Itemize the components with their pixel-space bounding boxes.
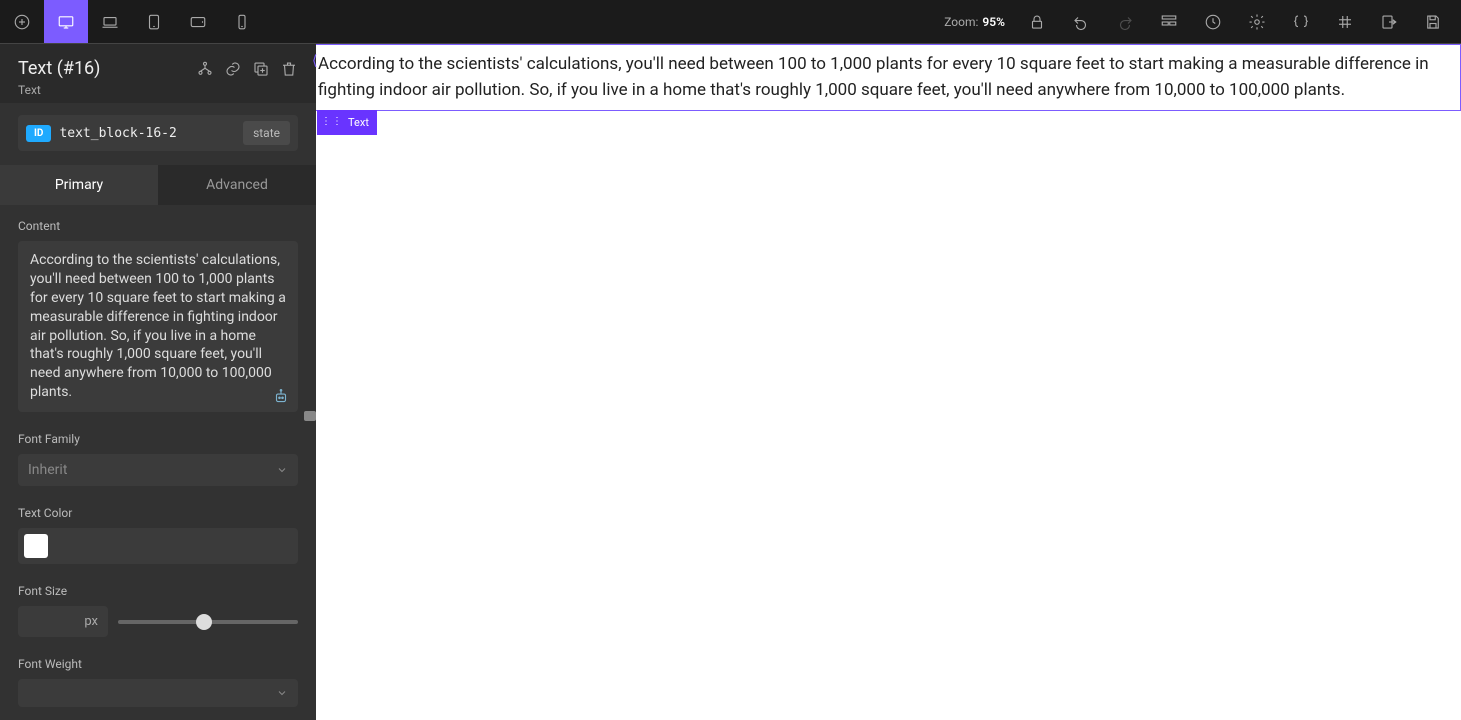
tree-icon[interactable] bbox=[196, 60, 214, 78]
viewport-phone-button[interactable] bbox=[220, 0, 264, 43]
properties-panel: Content According to the scientists' cal… bbox=[0, 205, 316, 720]
font-family-select[interactable]: Inherit bbox=[18, 454, 298, 486]
trash-icon[interactable] bbox=[280, 60, 298, 78]
link-icon[interactable] bbox=[224, 60, 242, 78]
export-icon bbox=[1380, 13, 1398, 31]
plus-circle-icon bbox=[13, 13, 31, 31]
font-weight-select[interactable] bbox=[18, 679, 298, 707]
chevron-down-icon bbox=[276, 464, 288, 476]
element-id-text[interactable]: text_block-16-2 bbox=[59, 126, 235, 141]
tab-advanced[interactable]: Advanced bbox=[158, 165, 316, 205]
viewport-tablet-landscape-button[interactable] bbox=[176, 0, 220, 43]
content-text: According to the scientists' calculation… bbox=[30, 252, 286, 400]
element-subtitle: Text bbox=[18, 83, 298, 97]
canvas-text-block[interactable]: ⟨ According to the scientists' calculati… bbox=[316, 44, 1461, 111]
zoom-value: 95% bbox=[982, 15, 1005, 29]
structure-button[interactable] bbox=[1147, 13, 1191, 31]
font-size-slider-thumb[interactable] bbox=[196, 614, 212, 630]
element-title: Text (#16) bbox=[18, 58, 100, 79]
laptop-icon bbox=[101, 13, 119, 31]
save-button[interactable] bbox=[1411, 13, 1455, 31]
chevron-down-icon bbox=[276, 687, 288, 699]
tablet-icon bbox=[145, 13, 163, 31]
clock-icon bbox=[1204, 13, 1222, 31]
id-badge: ID bbox=[26, 125, 51, 142]
viewport-laptop-button[interactable] bbox=[88, 0, 132, 43]
panel-scrollbar[interactable] bbox=[304, 205, 316, 720]
add-button[interactable] bbox=[0, 0, 44, 43]
braces-icon bbox=[1292, 13, 1310, 31]
font-size-slider[interactable] bbox=[118, 620, 298, 624]
code-button[interactable] bbox=[1279, 13, 1323, 31]
text-color-row bbox=[18, 528, 298, 564]
grip-icon: ⋮⋮ bbox=[321, 114, 343, 130]
settings-button[interactable] bbox=[1235, 13, 1279, 31]
topbar: Zoom: 95% bbox=[0, 0, 1461, 44]
undo-button[interactable] bbox=[1059, 13, 1103, 31]
zoom-label: Zoom: bbox=[944, 15, 978, 29]
undo-icon bbox=[1072, 13, 1090, 31]
history-button[interactable] bbox=[1191, 13, 1235, 31]
structure-icon bbox=[1160, 13, 1178, 31]
selection-handle-left[interactable]: ⟨ bbox=[312, 51, 317, 73]
chip-label: Text bbox=[348, 114, 369, 131]
viewport-tablet-button[interactable] bbox=[132, 0, 176, 43]
lock-button[interactable] bbox=[1015, 13, 1059, 31]
viewport-desktop-button[interactable] bbox=[44, 0, 88, 43]
content-textarea[interactable]: According to the scientists' calculation… bbox=[18, 241, 298, 412]
export-button[interactable] bbox=[1367, 13, 1411, 31]
ai-robot-icon[interactable] bbox=[272, 388, 290, 406]
properties-sidebar: Text (#16) Text ID text_block-16-2 state… bbox=[0, 44, 316, 720]
zoom-indicator: Zoom: 95% bbox=[938, 15, 1015, 29]
content-label: Content bbox=[18, 219, 298, 233]
font-size-unit: px bbox=[84, 614, 98, 629]
phone-icon bbox=[233, 13, 251, 31]
design-canvas[interactable]: ⟨ According to the scientists' calculati… bbox=[316, 44, 1461, 720]
tablet-landscape-icon bbox=[189, 13, 207, 31]
redo-button[interactable] bbox=[1103, 13, 1147, 31]
lock-icon bbox=[1028, 13, 1046, 31]
font-family-value: Inherit bbox=[28, 462, 67, 478]
grid-icon bbox=[1336, 13, 1354, 31]
desktop-icon bbox=[57, 13, 75, 31]
grid-button[interactable] bbox=[1323, 13, 1367, 31]
text-color-label: Text Color bbox=[18, 506, 298, 520]
font-weight-label: Font Weight bbox=[18, 657, 298, 671]
canvas-text-content: According to the scientists' calculation… bbox=[318, 54, 1429, 100]
save-icon bbox=[1424, 13, 1442, 31]
element-tag-chip[interactable]: ⋮⋮ Text bbox=[317, 110, 377, 135]
redo-icon bbox=[1116, 13, 1134, 31]
tab-primary[interactable]: Primary bbox=[0, 165, 158, 205]
state-button[interactable]: state bbox=[243, 121, 290, 145]
gear-icon bbox=[1248, 13, 1266, 31]
duplicate-icon[interactable] bbox=[252, 60, 270, 78]
font-size-input[interactable]: px bbox=[18, 606, 108, 637]
panel-scrollbar-thumb[interactable] bbox=[304, 411, 316, 421]
element-id-row: ID text_block-16-2 state bbox=[18, 115, 298, 151]
font-size-label: Font Size bbox=[18, 584, 298, 598]
text-color-swatch[interactable] bbox=[24, 534, 48, 558]
font-family-label: Font Family bbox=[18, 432, 298, 446]
